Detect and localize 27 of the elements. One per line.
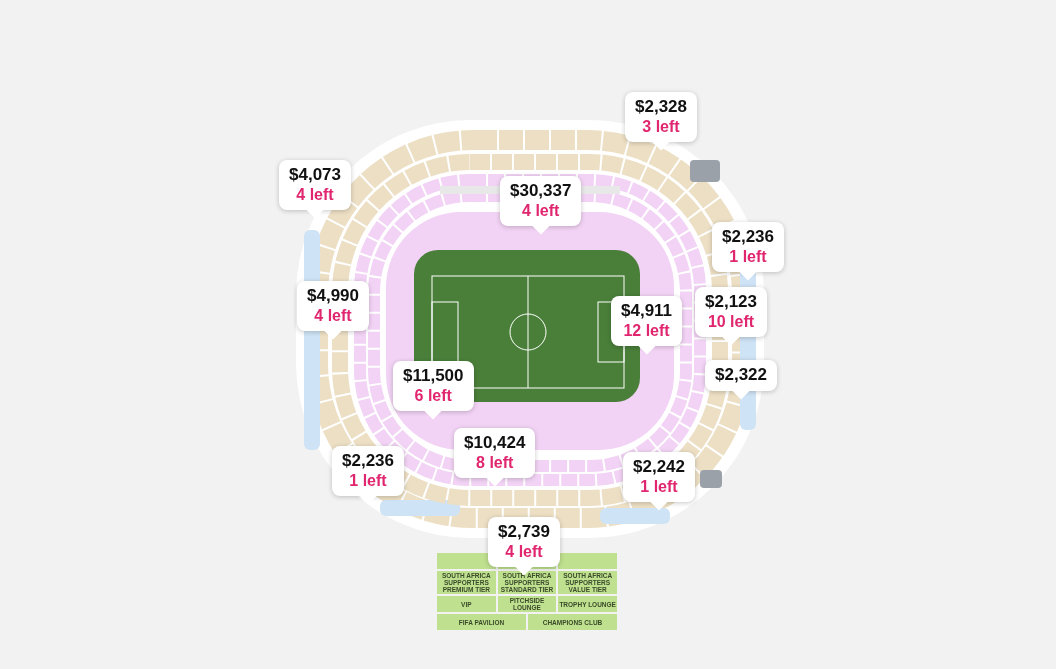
tickets-left-text: 4 left xyxy=(505,542,543,561)
price-text: $30,337 xyxy=(510,181,572,201)
lounge-block[interactable] xyxy=(558,553,617,569)
tickets-left-text: 12 left xyxy=(623,321,670,340)
price-text: $10,424 xyxy=(464,433,526,453)
price-text: $2,236 xyxy=(342,451,394,471)
price-text: $2,236 xyxy=(722,227,774,247)
tickets-left-text: 8 left xyxy=(476,453,514,472)
tickets-left-text: 3 left xyxy=(642,117,680,136)
price-text: $2,328 xyxy=(635,97,687,117)
price-text: $11,500 xyxy=(403,366,464,386)
price-text: $2,123 xyxy=(705,292,757,312)
tickets-left-text: 10 left xyxy=(707,312,755,331)
tickets-left-text: 1 left xyxy=(349,471,387,490)
tickets-left-text: 4 left xyxy=(296,185,334,204)
tickets-left-text: 6 left xyxy=(414,386,452,405)
lounge-block[interactable] xyxy=(437,553,496,569)
price-text: $2,739 xyxy=(498,522,550,542)
price-text: $4,990 xyxy=(307,286,359,306)
price-text: $2,322 xyxy=(715,365,767,385)
price-text: $4,911 xyxy=(621,301,673,321)
tickets-left-text: 1 left xyxy=(640,477,678,496)
price-text: $4,073 xyxy=(289,165,341,185)
price-text: $2,242 xyxy=(633,457,685,477)
tickets-left-text: 4 left xyxy=(314,306,352,325)
tickets-left-text: 4 left xyxy=(522,201,560,220)
tickets-left-text: 1 left xyxy=(729,247,767,266)
